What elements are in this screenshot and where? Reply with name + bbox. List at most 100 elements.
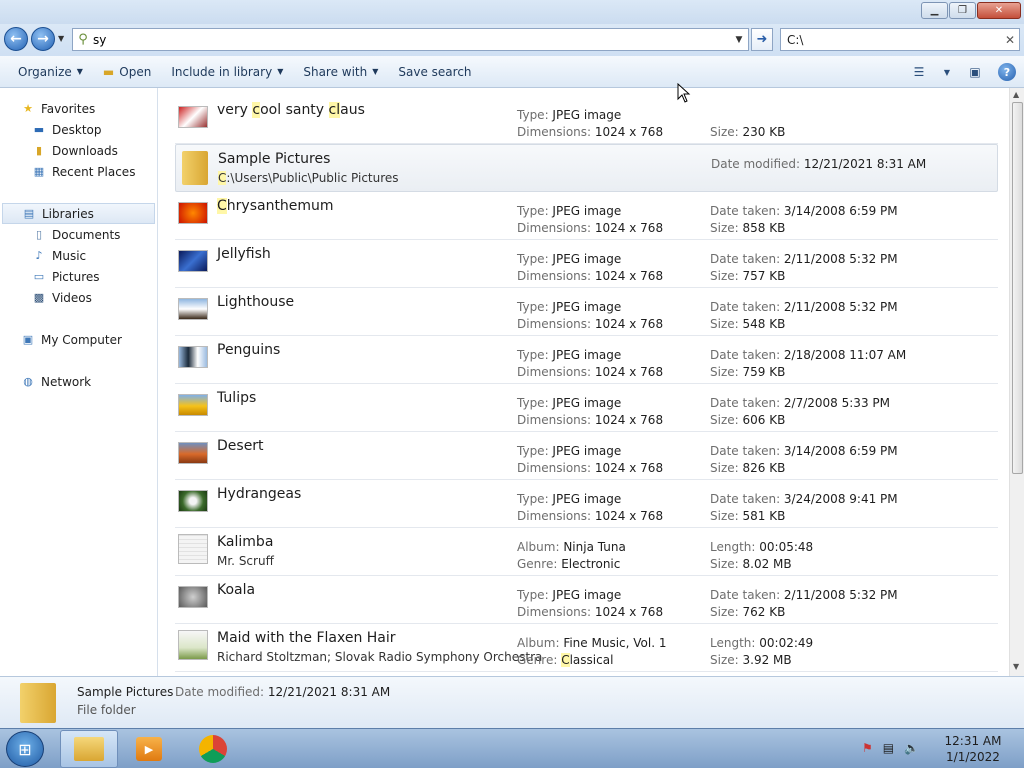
include-in-library-button[interactable]: Include in library ▼ (161, 58, 293, 86)
item-prop: Length: 00:05:48 (710, 540, 814, 554)
nav-libraries[interactable]: ▤ Libraries (2, 203, 155, 224)
restore-button[interactable]: ❐ (949, 2, 976, 19)
item-prop: Type: JPEG image (517, 396, 622, 410)
item-prop: Genre: Electronic (517, 557, 621, 571)
folder-icon (20, 683, 56, 723)
save-search-button[interactable]: Save search (388, 58, 481, 86)
preview-pane-icon: ▣ (969, 65, 981, 79)
nav-documents[interactable]: ▯ Documents (0, 224, 157, 245)
image-thumbnail (178, 346, 208, 368)
scroll-down-icon[interactable]: ▼ (1013, 662, 1019, 671)
folder-open-icon: ▬ (102, 64, 115, 79)
chevron-down-icon[interactable]: ▼ (730, 35, 748, 45)
nav-label: Recent Places (52, 164, 136, 179)
taskbar-explorer[interactable] (60, 730, 118, 768)
network-tray-icon[interactable]: ▤ (883, 741, 894, 755)
scroll-thumb[interactable] (1012, 102, 1023, 474)
item-prop: Album: Fine Music, Vol. 1 (517, 636, 667, 650)
search-icon: ⚲ (78, 32, 88, 47)
open-button[interactable]: ▬ Open (93, 58, 161, 86)
taskbar-media-player[interactable]: ▶ (120, 730, 178, 768)
item-prop: Type: JPEG image (517, 492, 622, 506)
arrow-left-icon: ← (10, 31, 22, 47)
go-arrow-icon: ➜ (756, 32, 768, 47)
list-item[interactable]: Kalimba Mr. Scruff Album: Ninja Tuna Gen… (175, 528, 998, 576)
item-prop: Size: 858 KB (710, 221, 786, 235)
start-button[interactable]: ⊞ (6, 731, 44, 767)
list-item[interactable]: Desert Type: JPEG image Dimensions: 1024… (175, 432, 998, 480)
nav-label: Music (52, 248, 87, 263)
scroll-up-icon[interactable]: ▲ (1013, 90, 1019, 99)
nav-downloads[interactable]: ▮ Downloads (0, 140, 157, 161)
nav-recent-places[interactable]: ▦ Recent Places (0, 161, 157, 182)
taskbar-chrome[interactable] (184, 730, 242, 768)
forward-button[interactable]: → (31, 27, 55, 51)
list-item[interactable]: Koala Type: JPEG image Dimensions: 1024 … (175, 576, 998, 624)
item-prop: Dimensions: 1024 x 768 (517, 413, 664, 427)
nav-videos[interactable]: ▩ Videos (0, 287, 157, 308)
item-name: Hydrangeas (217, 486, 302, 502)
item-prop: Size: 826 KB (710, 461, 786, 475)
list-item[interactable]: Tulips Type: JPEG image Dimensions: 1024… (175, 384, 998, 432)
list-item[interactable]: Hydrangeas Type: JPEG image Dimensions: … (175, 480, 998, 528)
close-button[interactable]: ✕ (977, 2, 1021, 19)
item-prop: Dimensions: 1024 x 768 (517, 125, 664, 139)
nav-network[interactable]: ◍ Network (0, 371, 157, 392)
list-item[interactable]: Jellyfish Type: JPEG image Dimensions: 1… (175, 240, 998, 288)
computer-icon: ▣ (22, 333, 34, 346)
include-label: Include in library (171, 64, 273, 79)
nav-desktop[interactable]: ▬ Desktop (0, 119, 157, 140)
nav-label: Downloads (52, 143, 118, 158)
volume-icon[interactable]: 🔈 (904, 741, 919, 755)
clock[interactable]: 12:31 AM 1/1/2022 (940, 733, 1006, 765)
location-field[interactable]: C:\ ✕ (780, 28, 1020, 51)
item-prop: Date modified: 12/21/2021 8:31 AM (711, 157, 927, 171)
item-prop: Date taken: 3/14/2008 6:59 PM (710, 444, 898, 458)
nav-my-computer[interactable]: ▣ My Computer (0, 329, 157, 350)
list-item[interactable]: Lighthouse Type: JPEG image Dimensions: … (175, 288, 998, 336)
clear-icon[interactable]: ✕ (1001, 33, 1019, 47)
list-item[interactable]: Maid with the Flaxen Hair Richard Stoltz… (175, 624, 998, 672)
item-prop: Size: 757 KB (710, 269, 786, 283)
recent-places-icon: ▦ (33, 165, 45, 178)
organize-button[interactable]: Organize ▼ (0, 58, 93, 86)
view-options-button[interactable]: ☰ (910, 63, 928, 81)
recent-pages-dropdown[interactable]: ▼ (58, 34, 64, 43)
navigation-pane: ★ Favorites ▬ Desktop ▮ Downloads ▦ Recent P… (0, 88, 158, 676)
item-prop: Type: JPEG image (517, 252, 622, 266)
search-input[interactable] (93, 29, 730, 50)
minimize-button[interactable]: ▁ (921, 2, 948, 19)
preview-pane-button[interactable]: ▣ (966, 63, 984, 81)
item-prop: Date taken: 2/11/2008 5:32 PM (710, 588, 898, 602)
open-label: Open (119, 64, 152, 79)
caret-down-icon: ▼ (277, 67, 284, 76)
item-name: Desert (217, 438, 264, 454)
item-prop: Date taken: 3/14/2008 6:59 PM (710, 204, 898, 218)
nav-pictures[interactable]: ▭ Pictures (0, 266, 157, 287)
list-item[interactable]: Sample Pictures C:\Users\Public\Public P… (175, 144, 998, 192)
list-item[interactable]: very cool santy claus Type: JPEG image D… (175, 96, 998, 144)
system-tray: ⚑ ▤ 🔈 (862, 741, 919, 755)
back-button[interactable]: ← (4, 27, 28, 51)
help-button[interactable]: ? (998, 63, 1016, 81)
item-prop: Dimensions: 1024 x 768 (517, 461, 664, 475)
item-name: Penguins (217, 342, 281, 358)
nav-music[interactable]: ♪ Music (0, 245, 157, 266)
list-item[interactable]: Penguins Type: JPEG image Dimensions: 10… (175, 336, 998, 384)
view-dropdown[interactable]: ▼ (942, 63, 952, 81)
item-prop: Type: JPEG image (517, 348, 622, 362)
nav-favorites[interactable]: ★ Favorites (0, 98, 157, 119)
item-prop: Dimensions: 1024 x 768 (517, 605, 664, 619)
go-button[interactable]: ➜ (751, 28, 773, 51)
item-prop: Dimensions: 1024 x 768 (517, 365, 664, 379)
share-with-button[interactable]: Share with ▼ (293, 58, 388, 86)
nav-label: Network (41, 374, 92, 389)
list-item[interactable]: Chrysanthemum Type: JPEG image Dimension… (175, 192, 998, 240)
pictures-icon: ▭ (33, 270, 45, 283)
item-prop: Type: JPEG image (517, 204, 622, 218)
details-type: File folder (77, 703, 136, 717)
vertical-scrollbar[interactable]: ▲ ▼ (1009, 88, 1024, 676)
action-center-icon[interactable]: ⚑ (862, 741, 873, 755)
search-box[interactable]: ⚲ ▼ (72, 28, 749, 51)
item-artist: Richard Stoltzman; Slovak Radio Symphony… (217, 650, 543, 664)
